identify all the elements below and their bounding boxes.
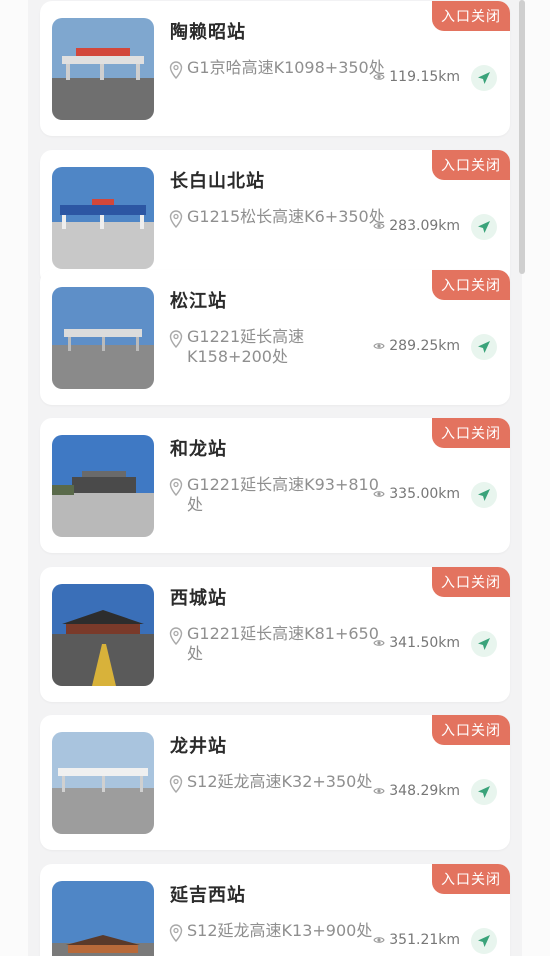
station-distance: 335.00km: [373, 486, 460, 502]
status-badge: 入口关闭: [432, 1, 510, 31]
navigate-button[interactable]: [471, 334, 497, 360]
navigate-button[interactable]: [471, 631, 497, 657]
eye-icon: [373, 343, 385, 349]
station-address: G1221延长高速K81+650处: [187, 624, 379, 663]
station-photo: [52, 287, 154, 389]
station-address: G1221延长高速K158+200处: [187, 327, 305, 366]
map-pin-icon: [169, 210, 183, 228]
scrollbar[interactable]: [519, 0, 525, 274]
station-name: 龙井站: [170, 736, 227, 757]
station-distance: 119.15km: [373, 69, 460, 85]
status-badge: 入口关闭: [432, 567, 510, 597]
eye-icon: [373, 937, 385, 943]
map-pin-icon: [169, 775, 183, 793]
map-pin-icon: [169, 478, 183, 496]
station-address: G1221延长高速K93+810处: [187, 475, 379, 514]
status-badge: 入口关闭: [432, 150, 510, 180]
eye-icon: [373, 74, 385, 80]
map-pin-icon: [169, 924, 183, 942]
navigation-arrow-icon: [478, 489, 490, 501]
station-name: 长白山北站: [170, 171, 265, 192]
navigate-button[interactable]: [471, 214, 497, 240]
navigation-arrow-icon: [478, 72, 490, 84]
navigation-arrow-icon: [478, 221, 490, 233]
station-name: 西城站: [170, 588, 227, 609]
eye-icon: [373, 223, 385, 229]
distance-value: 119.15km: [389, 69, 460, 85]
station-photo: [52, 167, 154, 269]
station-address: G1京哈高速K1098+350处: [187, 58, 385, 77]
station-distance: 289.25km: [373, 338, 460, 354]
navigation-arrow-icon: [478, 341, 490, 353]
navigation-arrow-icon: [478, 786, 490, 798]
station-card[interactable]: 龙井站 S12延龙高速K32+350处 348.29km 入口关闭: [40, 715, 510, 850]
station-photo: [52, 435, 154, 537]
station-card[interactable]: 西城站 G1221延长高速K81+650处 341.50km 入口关闭: [40, 567, 510, 702]
station-card[interactable]: 和龙站 G1221延长高速K93+810处 335.00km 入口关闭: [40, 418, 510, 553]
distance-value: 351.21km: [389, 932, 460, 948]
station-address: G1215松长高速K6+350处: [187, 207, 385, 226]
eye-icon: [373, 640, 385, 646]
status-badge: 入口关闭: [432, 864, 510, 894]
station-distance: 283.09km: [373, 218, 460, 234]
navigation-arrow-icon: [478, 935, 490, 947]
distance-value: 283.09km: [389, 218, 460, 234]
distance-value: 289.25km: [389, 338, 460, 354]
station-card[interactable]: 陶赖昭站 G1京哈高速K1098+350处 119.15km 入口关闭: [40, 1, 510, 136]
distance-value: 348.29km: [389, 783, 460, 799]
station-photo: [52, 732, 154, 834]
status-badge: 入口关闭: [432, 715, 510, 745]
station-photo: [52, 584, 154, 686]
navigation-arrow-icon: [478, 638, 490, 650]
station-distance: 341.50km: [373, 635, 460, 651]
station-address: S12延龙高速K13+900处: [187, 921, 373, 940]
station-name: 松江站: [170, 291, 227, 312]
map-pin-icon: [169, 627, 183, 645]
station-name: 和龙站: [170, 439, 227, 460]
eye-icon: [373, 491, 385, 497]
station-distance: 348.29km: [373, 783, 460, 799]
navigate-button[interactable]: [471, 482, 497, 508]
station-photo: [52, 18, 154, 120]
map-pin-icon: [169, 61, 183, 79]
station-distance: 351.21km: [373, 932, 460, 948]
right-margin: [522, 0, 550, 956]
navigate-button[interactable]: [471, 779, 497, 805]
station-list-screen: 陶赖昭站 G1京哈高速K1098+350处 119.15km 入口关闭 长白山北…: [0, 0, 550, 956]
station-name: 延吉西站: [170, 885, 246, 906]
status-badge: 入口关闭: [432, 418, 510, 448]
status-badge: 入口关闭: [432, 270, 510, 300]
eye-icon: [373, 788, 385, 794]
navigate-button[interactable]: [471, 928, 497, 954]
station-card[interactable]: 长白山北站 G1215松长高速K6+350处 283.09km 入口关闭: [40, 150, 510, 285]
station-name: 陶赖昭站: [170, 22, 246, 43]
station-card[interactable]: 松江站 G1221延长高速K158+200处 289.25km 入口关闭: [40, 270, 510, 405]
station-address: S12延龙高速K32+350处: [187, 772, 373, 791]
left-margin: [0, 0, 28, 956]
station-card[interactable]: 延吉西站 S12延龙高速K13+900处 351.21km 入口关闭: [40, 864, 510, 956]
station-photo: [52, 881, 154, 956]
map-pin-icon: [169, 330, 183, 348]
navigate-button[interactable]: [471, 65, 497, 91]
distance-value: 341.50km: [389, 635, 460, 651]
distance-value: 335.00km: [389, 486, 460, 502]
